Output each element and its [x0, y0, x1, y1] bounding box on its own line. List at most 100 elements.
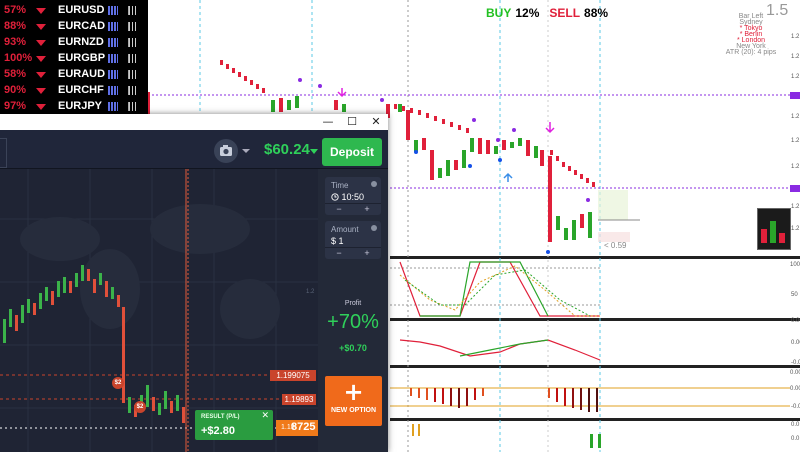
bar-chart-icon[interactable]: [128, 86, 137, 95]
svg-text:0.0: 0.0: [791, 422, 800, 428]
grid-icon[interactable]: [108, 22, 118, 31]
current-price-main: 8725: [291, 421, 316, 433]
trade-marker[interactable]: $2: [134, 401, 146, 413]
chevron-down-icon[interactable]: [242, 149, 250, 153]
watchlist-row[interactable]: 90% EURCHF: [0, 83, 148, 99]
trading-chart[interactable]: 1.2 $2 $2 1.199075 1.19893 RESULT (P/L) …: [0, 169, 318, 452]
window-titlebar[interactable]: — ☐ ✕: [0, 114, 388, 130]
maximize-icon[interactable]: ☐: [340, 114, 364, 130]
bar-chart-icon[interactable]: [128, 6, 137, 15]
new-option-label: NEW OPTION: [330, 407, 377, 414]
grid-icon[interactable]: [108, 38, 118, 47]
arrow-down-icon: [36, 40, 46, 46]
signal-strength: BUY 12% SELL 88%: [486, 6, 608, 20]
signal-bars-subwindow: [412, 424, 601, 448]
strength-percent: 100%: [4, 52, 33, 64]
strength-percent: 88%: [4, 20, 27, 32]
strength-percent: 90%: [4, 84, 27, 96]
watchlist-row[interactable]: 93% EURNZD: [0, 35, 148, 51]
svg-text:1.2: 1.2: [791, 54, 800, 60]
bar-chart-icon[interactable]: [128, 22, 137, 31]
watchlist-row[interactable]: 58% EURAUD: [0, 67, 148, 83]
trade-price-tag: 1.199075: [270, 370, 316, 381]
plus-icon: +: [343, 378, 364, 406]
svg-text:-0.0: -0.0: [791, 360, 800, 366]
svg-text:100: 100: [790, 262, 800, 268]
result-label: RESULT (P/L): [201, 414, 240, 420]
time-increase-button[interactable]: +: [353, 204, 381, 215]
chart-axis-label: 1.2: [306, 289, 315, 295]
watchlist-row[interactable]: 97% EURJPY: [0, 99, 148, 115]
symbol-label: EURUSD: [58, 4, 105, 16]
grid-icon[interactable]: [108, 6, 118, 15]
trade-marker[interactable]: $2: [112, 377, 124, 389]
time-value[interactable]: 10:50: [331, 192, 364, 202]
svg-text:1.2: 1.2: [791, 164, 800, 170]
arrow-down-icon: [36, 8, 46, 14]
profit-label: Profit: [344, 300, 362, 307]
close-icon[interactable]: ✕: [261, 411, 269, 421]
minimize-icon[interactable]: —: [316, 114, 340, 130]
currency-strength-watchlist: 57% EURUSD 88% EURCAD 93% EURNZD 100% EURGBP 58%…: [0, 0, 148, 118]
svg-text:1.2: 1.2: [791, 114, 800, 120]
chevron-down-icon[interactable]: [310, 149, 318, 154]
watchlist-row[interactable]: 100% EURGBP: [0, 51, 148, 67]
deposit-button[interactable]: Deposit: [322, 138, 382, 166]
svg-text:0.00: 0.00: [790, 370, 800, 376]
strength-percent: 57%: [4, 4, 27, 16]
strength-percent: 93%: [4, 36, 27, 48]
account-balance[interactable]: $60.24: [264, 141, 310, 158]
svg-text:1.2: 1.2: [791, 138, 800, 144]
time-decrease-button[interactable]: −: [325, 204, 353, 215]
bar-chart-icon[interactable]: [128, 102, 137, 111]
grid-icon[interactable]: [108, 70, 118, 79]
camera-icon[interactable]: [214, 139, 238, 163]
result-value: +$2.80: [201, 425, 235, 437]
session-info-panel: Bar Left Sydney * Tokyo * Berlin * London New…: [716, 13, 786, 56]
bar-chart-icon[interactable]: [128, 70, 137, 79]
watchlist-row[interactable]: 88% EURCAD: [0, 19, 148, 35]
svg-text:0.00: 0.00: [791, 340, 800, 346]
subwindow-separator: [390, 365, 800, 368]
subwindow-separator: [390, 256, 800, 259]
amount-field[interactable]: Amount $ 1 − +: [325, 221, 381, 259]
grid-icon[interactable]: [108, 86, 118, 95]
histogram-subwindow: [390, 387, 790, 412]
arrow-down-icon: [36, 72, 46, 78]
amount-label: Amount: [331, 225, 359, 234]
bar-chart-icon[interactable]: [128, 54, 137, 63]
new-option-button[interactable]: + NEW OPTION: [325, 376, 382, 426]
time-label: Time: [331, 181, 349, 190]
grid-icon[interactable]: [108, 54, 118, 63]
svg-text:1.2: 1.2: [791, 34, 800, 40]
left-panel-edge[interactable]: [0, 138, 7, 168]
broker-app-window[interactable]: — ☐ ✕ $60.24 Deposit 1.2 $2 $2 1.199075 …: [0, 114, 388, 452]
close-icon[interactable]: ✕: [364, 114, 388, 130]
svg-text:1.2: 1.2: [791, 226, 800, 232]
amount-increase-button[interactable]: +: [353, 248, 381, 259]
strength-percent: 97%: [4, 100, 27, 112]
amount-value[interactable]: $ 1: [331, 236, 344, 246]
result-popup: RESULT (P/L) ✕ +$2.80: [195, 410, 273, 440]
grid-icon[interactable]: [108, 102, 118, 111]
svg-text:1.2: 1.2: [791, 74, 800, 80]
time-field[interactable]: Time 10:50 − +: [325, 177, 381, 215]
bar-chart-icon[interactable]: [128, 38, 137, 47]
trade-price-tag: 1.19893: [282, 394, 316, 405]
strength-percent: 58%: [4, 68, 27, 80]
amount-decrease-button[interactable]: −: [325, 248, 353, 259]
help-icon[interactable]: [371, 225, 377, 231]
watchlist-row[interactable]: 57% EURUSD: [0, 3, 148, 19]
help-icon[interactable]: [371, 181, 377, 187]
symbol-label: EURNZD: [58, 36, 104, 48]
time-value-text: 10:50: [341, 192, 365, 202]
svg-text:0.00: 0.00: [791, 318, 800, 324]
session-line: ATR (20): 4 pips: [725, 49, 777, 56]
arrow-down-icon: [36, 56, 46, 62]
subwindow-separator: [390, 418, 800, 421]
symbol-label: EURJPY: [58, 100, 103, 112]
symbol-label: EURCAD: [58, 20, 106, 32]
buy-label: BUY: [486, 6, 512, 20]
symbol-label: EURAUD: [58, 68, 106, 80]
clock-icon: [331, 193, 339, 201]
